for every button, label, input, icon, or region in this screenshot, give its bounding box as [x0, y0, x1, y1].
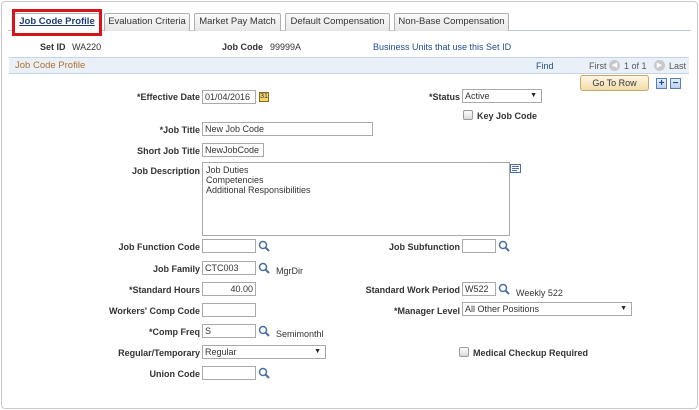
- remove-row-button[interactable]: −: [670, 78, 681, 89]
- job-family-label: Job Family: [152, 264, 200, 274]
- search-icon[interactable]: [498, 283, 510, 295]
- business-units-link[interactable]: Business Units that use this Set ID: [373, 42, 511, 52]
- manager-level-label: *Manager Level: [393, 306, 460, 316]
- expand-text-icon[interactable]: [510, 164, 521, 173]
- union-code-label: Union Code: [149, 369, 201, 379]
- standard-work-period-field[interactable]: W522: [462, 282, 496, 296]
- tab-non-base-compensation[interactable]: Non-Base Compensation: [394, 13, 509, 31]
- status-label: *Status: [428, 92, 460, 102]
- description-line: Additional Responsibilities: [206, 185, 311, 195]
- dropdown-arrow-icon: ▼: [314, 348, 321, 355]
- comp-freq-label: *Comp Freq: [148, 327, 200, 337]
- short-job-title-field[interactable]: NewJobCode: [202, 143, 264, 157]
- search-icon[interactable]: [498, 240, 510, 252]
- manager-level-value: All Other Positions: [465, 304, 540, 314]
- standard-work-period-description: Weekly 522: [516, 288, 563, 298]
- calendar-icon[interactable]: 31: [259, 92, 269, 102]
- pager-text: 1 of 1: [624, 61, 647, 71]
- status-select[interactable]: Active ▼: [462, 89, 542, 103]
- job-description-label: Job Description: [131, 166, 200, 176]
- add-row-button[interactable]: +: [656, 78, 667, 89]
- regular-temporary-label: Regular/Temporary: [118, 348, 200, 358]
- workers-comp-code-field[interactable]: [202, 303, 256, 317]
- tab-evaluation-criteria[interactable]: Evaluation Criteria: [104, 13, 190, 31]
- find-link[interactable]: Find: [536, 61, 554, 71]
- job-description-textarea[interactable]: Job Duties Competencies Additional Respo…: [202, 162, 510, 236]
- job-subfunction-field[interactable]: [462, 239, 496, 253]
- comp-freq-field[interactable]: S: [202, 324, 256, 338]
- search-icon[interactable]: [258, 262, 270, 274]
- job-title-label: *Job Title: [159, 125, 200, 135]
- manager-level-select[interactable]: All Other Positions ▼: [462, 302, 632, 316]
- search-icon[interactable]: [258, 325, 270, 337]
- first-link[interactable]: First: [589, 61, 607, 71]
- setid-label: Set ID: [40, 42, 66, 52]
- dropdown-arrow-icon: ▼: [620, 305, 627, 312]
- workers-comp-code-label: Workers' Comp Code: [109, 306, 200, 316]
- search-icon[interactable]: [258, 367, 270, 379]
- medical-checkup-label: Medical Checkup Required: [473, 348, 589, 358]
- go-to-row-button[interactable]: Go To Row: [580, 75, 649, 91]
- union-code-field[interactable]: [202, 366, 256, 380]
- job-family-description: MgrDir: [276, 266, 303, 276]
- description-line: Competencies: [206, 175, 264, 185]
- standard-hours-field[interactable]: 40.00: [202, 282, 256, 296]
- regular-temporary-value: Regular: [205, 347, 237, 357]
- job-title-field[interactable]: New Job Code: [202, 122, 373, 136]
- description-line: Job Duties: [206, 165, 249, 175]
- key-job-code-label: Key Job Code: [477, 111, 538, 121]
- job-function-code-field[interactable]: [202, 239, 256, 253]
- setid-value: WA220: [72, 42, 102, 52]
- last-link[interactable]: Last: [669, 61, 686, 71]
- regular-temporary-select[interactable]: Regular ▼: [202, 345, 326, 359]
- effective-date-label: *Effective Date: [136, 92, 200, 102]
- effective-date-field[interactable]: 01/04/2016: [202, 90, 256, 104]
- job-family-field[interactable]: CTC003: [202, 261, 256, 275]
- standard-hours-label: *Standard Hours: [128, 285, 200, 295]
- short-job-title-label: Short Job Title: [137, 146, 200, 156]
- job-subfunction-label: Job Subfunction: [389, 242, 460, 252]
- tab-market-pay-match[interactable]: Market Pay Match: [194, 13, 281, 31]
- tab-highlight-box: [12, 9, 102, 36]
- next-row-icon[interactable]: ▶: [654, 60, 665, 71]
- key-job-code-checkbox[interactable]: [463, 110, 473, 120]
- jobcode-value: 99999A: [270, 42, 302, 52]
- jobcode-label: Job Code: [222, 42, 264, 52]
- previous-row-icon[interactable]: ◀: [609, 60, 620, 71]
- job-function-code-label: Job Function Code: [118, 242, 201, 252]
- status-value: Active: [465, 91, 490, 101]
- tab-default-compensation[interactable]: Default Compensation: [285, 13, 390, 31]
- standard-work-period-label: Standard Work Period: [365, 285, 460, 295]
- dropdown-arrow-icon: ▼: [530, 92, 537, 99]
- section-header: Job Code Profile Find First ◀ 1 of 1 ▶ L…: [9, 57, 689, 74]
- search-icon[interactable]: [258, 240, 270, 252]
- section-title: Job Code Profile: [15, 60, 86, 71]
- medical-checkup-checkbox[interactable]: [459, 347, 469, 357]
- comp-freq-description: Semimonthl: [276, 329, 324, 339]
